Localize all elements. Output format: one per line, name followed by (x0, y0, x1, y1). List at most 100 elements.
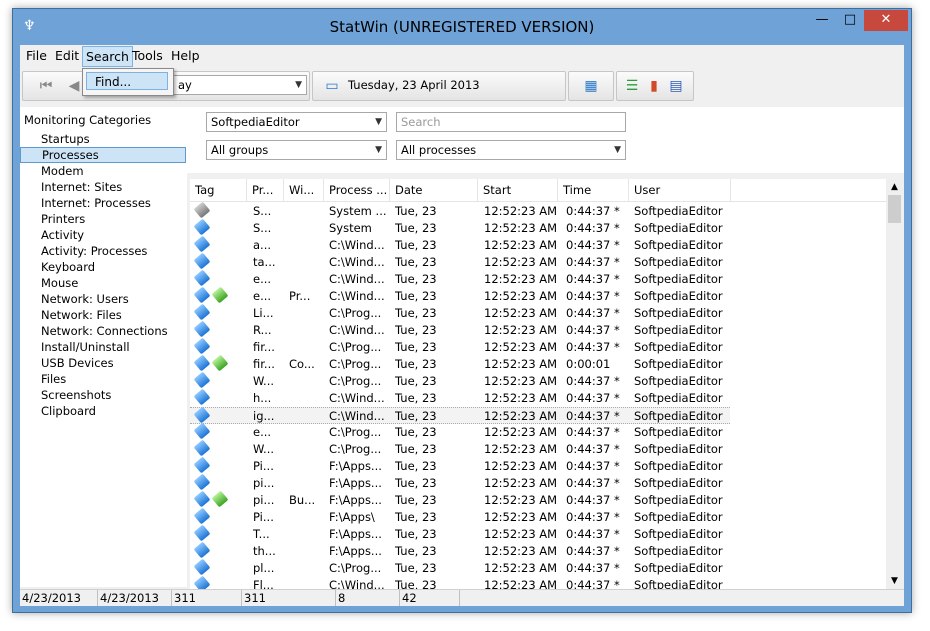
table-row[interactable]: Pi... F:\Apps... Tue, 23 12:52:23 AM 0:44:37… (190, 456, 887, 475)
table-row[interactable]: fir... Co... C:\Prog... Tue, 23 12:52:23 AM 0… (190, 354, 887, 373)
sidebar-item[interactable]: Network: Users (20, 291, 186, 307)
sidebar-item[interactable]: Processes (20, 147, 186, 163)
column-header[interactable]: Process ... (324, 179, 390, 201)
table-row[interactable]: pi... F:\Apps... Tue, 23 12:52:23 AM 0:44:37… (190, 473, 887, 492)
table-row[interactable]: pl... C:\Prog... Tue, 23 12:52:23 AM 0:44:37… (190, 558, 887, 577)
table-row[interactable]: e... C:\Wind... Tue, 23 12:52:23 AM 0:44:37 … (190, 269, 887, 288)
cell-start: 12:52:23 AM (484, 340, 558, 354)
table-row[interactable]: W... C:\Prog... Tue, 23 12:52:23 AM 0:44:37 … (190, 439, 887, 458)
close-button[interactable]: ✕ (864, 10, 908, 31)
sidebar-item[interactable]: Modem (20, 163, 186, 179)
column-header[interactable]: Tag (190, 179, 247, 201)
sidebar-item[interactable]: Network: Files (20, 307, 186, 323)
table-row[interactable]: S... System Tue, 23 12:52:23 AM 0:44:37 * Sof… (190, 218, 887, 237)
table-row[interactable]: Li... C:\Prog... Tue, 23 12:52:23 AM 0:44:37… (190, 303, 887, 322)
table-row[interactable]: e... Pr... C:\Wind... Tue, 23 12:52:23 AM 0:4… (190, 286, 887, 305)
table-row[interactable]: W... C:\Prog... Tue, 23 12:52:23 AM 0:44:37 … (190, 371, 887, 390)
list-report-icon[interactable]: ☰ (623, 77, 641, 95)
sidebar-item[interactable]: Clipboard (20, 403, 186, 419)
cell-proc: C:\Wind... (329, 391, 385, 405)
blue-tag-icon (193, 439, 211, 457)
sidebar-item[interactable]: Install/Uninstall (20, 339, 186, 355)
sidebar-item[interactable]: Startups (20, 131, 186, 147)
column-header[interactable]: User (629, 179, 731, 201)
chevron-down-icon: ▼ (295, 80, 302, 90)
table-row[interactable]: a... C:\Wind... Tue, 23 12:52:23 AM 0:44:37 … (190, 235, 887, 254)
first-page-icon[interactable]: ⏮ (37, 77, 55, 95)
cell-pr: ta... (253, 255, 276, 269)
column-header[interactable]: Wi... (284, 179, 324, 201)
cell-user: SoftpediaEditor (634, 289, 723, 303)
app-window: ♆ StatWin (UNREGISTERED VERSION) — □ ✕ F… (12, 8, 912, 613)
sidebar-item[interactable]: Keyboard (20, 259, 186, 275)
process-filter-select[interactable]: All processes ▼ (396, 140, 626, 160)
scroll-up-icon[interactable]: ▲ (886, 179, 903, 195)
menu-tools[interactable]: Tools (130, 48, 165, 63)
cell-start: 12:52:23 AM (484, 306, 558, 320)
title-bar[interactable]: ♆ StatWin (UNREGISTERED VERSION) — □ ✕ (13, 9, 911, 45)
bar-chart-icon[interactable]: ▮ (645, 77, 663, 95)
sidebar-item[interactable]: Activity (20, 227, 186, 243)
table-row[interactable]: Pi... F:\Apps\ Tue, 23 12:52:23 AM 0:44:37 *… (190, 507, 887, 526)
sidebar-item[interactable]: Screenshots (20, 387, 186, 403)
column-header[interactable]: Date (390, 179, 478, 201)
sidebar-item[interactable]: Network: Connections (20, 323, 186, 339)
sidebar-item[interactable]: Printers (20, 211, 186, 227)
sidebar-item[interactable]: Activity: Processes (20, 243, 186, 259)
menu-search[interactable]: Search (82, 46, 133, 67)
graph-report-icon[interactable]: ▤ (667, 77, 685, 95)
column-header[interactable]: Pr... (247, 179, 284, 201)
find-menu-item[interactable]: Find... (86, 72, 168, 90)
cell-pr: pl... (253, 561, 275, 575)
cell-time: 0:44:37 * (566, 409, 620, 423)
cell-user: SoftpediaEditor (634, 493, 723, 507)
column-header[interactable]: Time (558, 179, 629, 201)
user-filter-select[interactable]: SoftpediaEditor ▼ (206, 112, 387, 132)
sidebar-item[interactable]: Internet: Sites (20, 179, 186, 195)
table-row[interactable]: fir... C:\Prog... Tue, 23 12:52:23 AM 0:44:3… (190, 337, 887, 356)
minimize-button[interactable]: — (808, 10, 836, 31)
cell-start: 12:52:23 AM (484, 544, 558, 558)
maximize-button[interactable]: □ (836, 10, 864, 31)
cell-wi: Pr... (289, 289, 311, 303)
scroll-down-icon[interactable]: ▼ (886, 573, 903, 589)
cell-proc: F:\Apps\ (329, 510, 375, 524)
table-row[interactable]: R... C:\Wind... Tue, 23 12:52:23 AM 0:44:37 … (190, 320, 887, 339)
table-row[interactable]: th... F:\Apps... Tue, 23 12:52:23 AM 0:44:37… (190, 541, 887, 560)
cell-wi (289, 509, 325, 526)
status-count-4: 42 (400, 590, 460, 606)
date-picker[interactable]: ▭ Tuesday, 23 April 2013 (312, 71, 566, 101)
cell-proc: C:\Wind... (329, 323, 385, 337)
prev-page-icon[interactable]: ◀ (65, 77, 83, 95)
column-header[interactable]: Start (478, 179, 558, 201)
menu-edit[interactable]: Edit (53, 48, 81, 63)
sidebar-item[interactable]: Mouse (20, 275, 186, 291)
cell-pr: S... (253, 221, 272, 235)
table-row[interactable]: S... System ... Tue, 23 12:52:23 AM 0:44:37 … (190, 201, 887, 220)
table-row[interactable]: T... F:\Apps... Tue, 23 12:52:23 AM 0:44:37 … (190, 524, 887, 543)
calendar-group: ▦ (568, 71, 614, 101)
menu-file[interactable]: File (24, 48, 49, 63)
scroll-thumb[interactable] (888, 195, 901, 223)
menu-help[interactable]: Help (169, 48, 202, 63)
sidebar-item[interactable]: Files (20, 371, 186, 387)
table-row[interactable]: h... C:\Wind... Tue, 23 12:52:23 AM 0:44:37 … (190, 388, 887, 407)
table-row[interactable]: ta... C:\Wind... Tue, 23 12:52:23 AM 0:44:37… (190, 252, 887, 271)
period-select[interactable]: ay ▼ (173, 75, 307, 95)
vertical-scrollbar[interactable]: ▲ ▼ (886, 179, 903, 589)
table-row[interactable]: e... C:\Prog... Tue, 23 12:52:23 AM 0:44:37 … (190, 422, 887, 441)
table-row[interactable]: pi... Bu... F:\Apps... Tue, 23 12:52:23 AM 0:… (190, 490, 887, 509)
cell-time: 0:44:37 * (566, 578, 620, 589)
cell-user: SoftpediaEditor (634, 442, 723, 456)
groups-filter-select[interactable]: All groups ▼ (206, 140, 387, 160)
cell-start: 12:52:23 AM (484, 425, 558, 439)
status-date-to: 4/23/2013 (98, 590, 172, 606)
sidebar-item[interactable]: USB Devices (20, 355, 186, 371)
table-row[interactable]: ig... C:\Wind... Tue, 23 12:52:23 AM 0:44:37… (190, 406, 730, 424)
search-input[interactable]: Search (396, 112, 626, 132)
cell-start: 12:52:23 AM (484, 221, 558, 235)
cell-user: SoftpediaEditor (634, 255, 723, 269)
table-row[interactable]: Fl... C:\Wind... Tue, 23 12:52:23 AM 0:44:37… (190, 575, 887, 589)
sidebar-item[interactable]: Internet: Processes (20, 195, 186, 211)
calendar-icon[interactable]: ▦ (582, 77, 600, 95)
